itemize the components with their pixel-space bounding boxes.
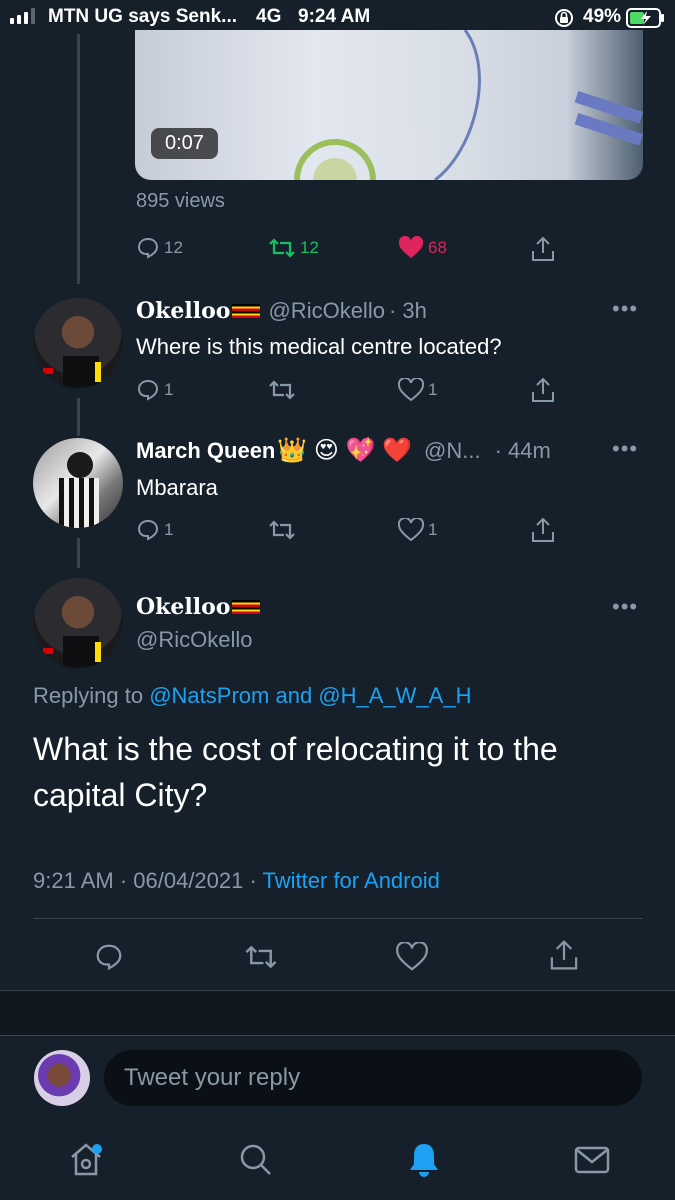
heart-icon[interactable]: [396, 942, 428, 972]
status-bar: MTN UG says Senk... 4G 9:24 AM 49%: [0, 0, 675, 34]
mention-link[interactable]: @H_A_W_A_H: [318, 683, 471, 708]
reply-icon: [137, 237, 159, 259]
reply-header: March Queen 👑 😍 💖 ❤️ @N... · 44m: [136, 436, 646, 465]
tweet-source[interactable]: Twitter for Android: [263, 868, 440, 893]
replying-prefix: Replying to: [33, 683, 144, 708]
handle[interactable]: @RicOkello: [268, 298, 384, 324]
like-count: 1: [428, 380, 438, 399]
like-count: 68: [428, 238, 447, 257]
uganda-flag-icon: [232, 600, 261, 614]
tweet-meta: 9:21 AM · 06/04/2021 · Twitter for Andro…: [33, 868, 440, 894]
tweet-text: Mbarara: [136, 475, 218, 500]
thread-line: [77, 398, 80, 436]
share-icon[interactable]: [530, 235, 556, 263]
avatar[interactable]: [33, 438, 123, 528]
retweet-icon[interactable]: [268, 518, 296, 542]
view-count: 895 views: [136, 190, 225, 212]
avatar[interactable]: [33, 298, 123, 388]
heart-icon: [398, 518, 424, 542]
thread-line: [77, 34, 80, 284]
display-name[interactable]: Okelloo: [136, 594, 230, 620]
share-icon[interactable]: [530, 516, 556, 544]
signal-icon: [10, 8, 35, 24]
reply-header: Okelloo @RicOkello · 3h: [136, 298, 427, 324]
more-icon[interactable]: •••: [612, 594, 638, 620]
replying-and: and: [275, 683, 313, 708]
battery-icon: [626, 8, 664, 28]
mention-link[interactable]: @NatsProm: [149, 683, 269, 708]
retweet-icon: [269, 238, 295, 258]
handle[interactable]: @RicOkello: [136, 627, 252, 653]
like-count: 1: [428, 520, 438, 539]
reply-count: 1: [164, 380, 174, 399]
focused-name-row: Okelloo: [136, 594, 261, 620]
reply-count: 1: [164, 520, 174, 539]
timestamp: · 3h: [388, 298, 427, 323]
search-icon[interactable]: [236, 1140, 276, 1180]
more-icon[interactable]: •••: [612, 436, 638, 462]
share-icon[interactable]: [548, 938, 580, 972]
retweet-icon[interactable]: [244, 942, 278, 972]
reply-button[interactable]: 1: [136, 518, 173, 542]
retweet-button[interactable]: 12: [268, 236, 319, 260]
video-duration: 0:07: [151, 128, 218, 159]
home-icon[interactable]: [66, 1140, 106, 1180]
notifications-icon[interactable]: [404, 1140, 444, 1180]
display-name-emojis: 👑 😍 💖 ❤️: [277, 437, 413, 464]
carrier-label: MTN UG says Senk...: [48, 6, 238, 27]
retweet-icon[interactable]: [268, 378, 296, 402]
avatar[interactable]: [33, 578, 123, 668]
reply-icon: [137, 519, 159, 541]
messages-icon[interactable]: [572, 1142, 612, 1178]
section-separator: [0, 990, 675, 1036]
battery-percent: 49%: [583, 6, 622, 27]
tweet-text: Where is this medical centre located?: [136, 334, 502, 359]
thread-line: [77, 538, 80, 568]
uganda-flag-icon: [232, 304, 261, 318]
tweet-timestamp: 9:21 AM · 06/04/2021 ·: [33, 868, 257, 893]
clock: 9:24 AM: [298, 6, 371, 27]
heart-filled-icon: [398, 236, 424, 258]
reply-button[interactable]: 12: [136, 236, 183, 260]
tweet-video[interactable]: 0:07: [135, 30, 643, 180]
rotation-lock-icon: [555, 9, 573, 27]
compose-placeholder: Tweet your reply: [124, 1064, 301, 1091]
display-name[interactable]: Okelloo: [136, 298, 230, 324]
heart-icon: [398, 378, 424, 402]
bottom-nav: [0, 1128, 675, 1200]
divider: [33, 918, 643, 919]
focused-tweet-text: What is the cost of relocating it to the…: [33, 731, 558, 813]
handle[interactable]: @N...: [424, 438, 481, 464]
display-name[interactable]: March Queen: [136, 438, 275, 464]
reply-button[interactable]: 1: [136, 378, 173, 402]
like-button[interactable]: 1: [398, 378, 437, 402]
reply-count: 12: [164, 238, 183, 257]
reply-compose-input[interactable]: Tweet your reply: [104, 1050, 642, 1106]
retweet-count: 12: [300, 238, 319, 257]
user-avatar[interactable]: [34, 1050, 90, 1106]
replying-to: Replying to @NatsProm and @H_A_W_A_H: [33, 683, 471, 709]
reply-icon: [137, 379, 159, 401]
network-label: 4G: [256, 6, 282, 27]
share-icon[interactable]: [530, 376, 556, 404]
timestamp: · 44m: [494, 437, 551, 463]
like-button[interactable]: 1: [398, 518, 437, 542]
more-icon[interactable]: •••: [612, 296, 638, 322]
like-button[interactable]: 68: [398, 236, 447, 260]
reply-icon[interactable]: [94, 942, 124, 972]
